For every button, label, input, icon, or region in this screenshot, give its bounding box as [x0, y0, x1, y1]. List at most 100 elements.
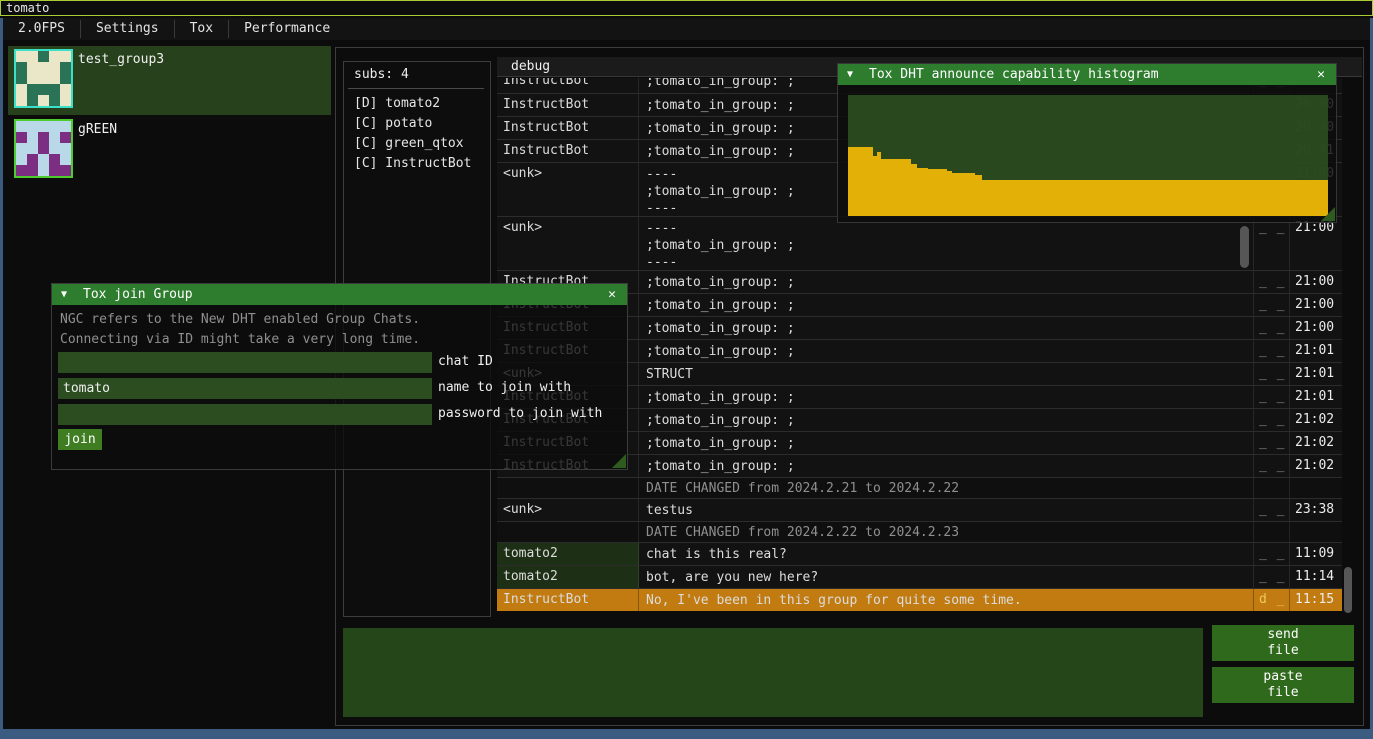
- message-status: _ _: [1254, 499, 1290, 521]
- message-status: _ _: [1254, 317, 1290, 339]
- message-status: [1254, 522, 1290, 542]
- message-sender: tomato2: [497, 566, 639, 588]
- window-frame-left: [0, 18, 3, 739]
- message-text: ;tomato_in_group: ;: [639, 317, 1254, 339]
- message-timestamp: 21:00: [1290, 217, 1342, 270]
- window-titlebar[interactable]: tomato: [0, 0, 1373, 16]
- join-group-title: Tox join Group: [83, 284, 193, 305]
- message-status: _ _: [1254, 432, 1290, 454]
- message-sender: <unk>: [497, 217, 639, 270]
- message-sender: [497, 522, 639, 542]
- menu-item-performance[interactable]: Performance: [229, 18, 345, 40]
- chat-inner-scrollbar-thumb[interactable]: [1240, 226, 1249, 268]
- message-status: [1254, 478, 1290, 498]
- join-description-line2: Connecting via ID might take a very long…: [60, 332, 420, 347]
- close-icon[interactable]: ✕: [604, 284, 620, 305]
- join-field-password-to-join-with[interactable]: [58, 404, 432, 425]
- message-status: _ _: [1254, 340, 1290, 362]
- message-status: d _: [1254, 589, 1290, 611]
- histogram-bar: [881, 159, 912, 216]
- histogram-bar: [975, 175, 982, 216]
- menu-item-2-0fps[interactable]: 2.0FPS: [3, 18, 80, 40]
- histogram-bar: [982, 180, 1328, 216]
- member-item-potato[interactable]: [C] potato: [354, 114, 471, 134]
- resize-grip[interactable]: [1321, 207, 1335, 221]
- chat-message-row: tomato2chat is this real?_ _11:09: [497, 542, 1342, 565]
- tab-debug[interactable]: debug: [511, 59, 550, 74]
- date-changed-text: DATE CHANGED from 2024.2.21 to 2024.2.22: [639, 478, 1254, 498]
- message-timestamp: 21:01: [1290, 386, 1342, 408]
- date-changed-text: DATE CHANGED from 2024.2.22 to 2024.2.23: [639, 522, 1254, 542]
- message-timestamp: 21:01: [1290, 363, 1342, 385]
- histogram-bar: [928, 169, 947, 216]
- message-timestamp: 21:00: [1290, 271, 1342, 293]
- subs-list: [D] tomato2[C] potato[C] green_qtox[C] I…: [354, 94, 471, 174]
- message-text: ;tomato_in_group: ;: [639, 340, 1254, 362]
- message-status: _ _: [1254, 217, 1290, 270]
- group-avatar: [14, 49, 73, 108]
- chat-message-row: <unk>---- ;tomato_in_group: ; ----_ _21:…: [497, 216, 1342, 270]
- group-avatar: [14, 119, 73, 178]
- message-status: _ _: [1254, 271, 1290, 293]
- message-sender: InstructBot: [497, 94, 639, 116]
- message-input[interactable]: [343, 628, 1203, 717]
- message-text: ;tomato_in_group: ;: [639, 294, 1254, 316]
- group-row-test_group3[interactable]: test_group3: [8, 46, 331, 115]
- message-text: ;tomato_in_group: ;: [639, 455, 1254, 477]
- message-status: _ _: [1254, 294, 1290, 316]
- message-status: _ _: [1254, 566, 1290, 588]
- join-field-name-to-join-with[interactable]: [58, 378, 432, 399]
- collapse-arrow-icon[interactable]: ▼: [61, 284, 67, 305]
- group-name: gREEN: [78, 122, 117, 137]
- message-timestamp: 11:09: [1290, 543, 1342, 565]
- paste-file-button[interactable]: paste file: [1212, 667, 1354, 703]
- chat-message-row: InstructBotNo, I've been in this group f…: [497, 588, 1342, 611]
- message-timestamp: 21:02: [1290, 409, 1342, 431]
- message-text: ---- ;tomato_in_group: ; ----: [639, 217, 1254, 270]
- message-text: bot, are you new here?: [639, 566, 1254, 588]
- message-timestamp: 21:02: [1290, 432, 1342, 454]
- histogram-bar: [917, 168, 929, 216]
- menu-item-settings[interactable]: Settings: [81, 18, 174, 40]
- message-text: ;tomato_in_group: ;: [639, 271, 1254, 293]
- message-text: ;tomato_in_group: ;: [639, 409, 1254, 431]
- group-row-gREEN[interactable]: gREEN: [8, 116, 331, 185]
- member-item-tomato2[interactable]: [D] tomato2: [354, 94, 471, 114]
- close-icon[interactable]: ✕: [1313, 64, 1329, 85]
- join-button[interactable]: join: [58, 429, 102, 450]
- menu-bar: 2.0FPSSettingsToxPerformance: [3, 18, 1370, 40]
- message-text: STRUCT: [639, 363, 1254, 385]
- message-timestamp: 21:01: [1290, 340, 1342, 362]
- resize-grip[interactable]: [612, 454, 626, 468]
- message-sender: InstructBot: [497, 140, 639, 162]
- chat-scrollbar-thumb[interactable]: [1344, 567, 1352, 613]
- join-field-label: password to join with: [438, 406, 602, 421]
- join-field-label: name to join with: [438, 380, 571, 395]
- member-item-green_qtox[interactable]: [C] green_qtox: [354, 134, 471, 154]
- message-timestamp: 11:14: [1290, 566, 1342, 588]
- message-sender: [497, 478, 639, 498]
- join-field-chat-id[interactable]: [58, 352, 432, 373]
- date-changed-row: DATE CHANGED from 2024.2.22 to 2024.2.23: [497, 521, 1342, 542]
- date-changed-row: DATE CHANGED from 2024.2.21 to 2024.2.22: [497, 477, 1342, 498]
- message-status: _ _: [1254, 543, 1290, 565]
- message-sender: InstructBot: [497, 589, 639, 611]
- message-timestamp: 21:00: [1290, 317, 1342, 339]
- send-file-button[interactable]: send file: [1212, 625, 1354, 661]
- dht-histogram-window: ▼ Tox DHT announce capability histogram …: [837, 63, 1337, 223]
- message-sender: tomato2: [497, 543, 639, 565]
- join-group-window: ▼ Tox join Group ✕ NGC refers to the New…: [51, 283, 628, 470]
- collapse-arrow-icon[interactable]: ▼: [847, 64, 853, 85]
- menu-item-tox[interactable]: Tox: [175, 18, 228, 40]
- message-timestamp: 23:38: [1290, 499, 1342, 521]
- window-frame-bottom: [0, 729, 1373, 739]
- message-timestamp: [1290, 522, 1342, 542]
- message-text: testus: [639, 499, 1254, 521]
- member-item-InstructBot[interactable]: [C] InstructBot: [354, 154, 471, 174]
- dht-histogram-titlebar[interactable]: ▼ Tox DHT announce capability histogram …: [838, 64, 1336, 85]
- join-group-titlebar[interactable]: ▼ Tox join Group ✕: [52, 284, 627, 305]
- window-title: tomato: [6, 1, 49, 15]
- message-sender: <unk>: [497, 163, 639, 216]
- message-text: ;tomato_in_group: ;: [639, 386, 1254, 408]
- message-timestamp: 11:15: [1290, 589, 1342, 611]
